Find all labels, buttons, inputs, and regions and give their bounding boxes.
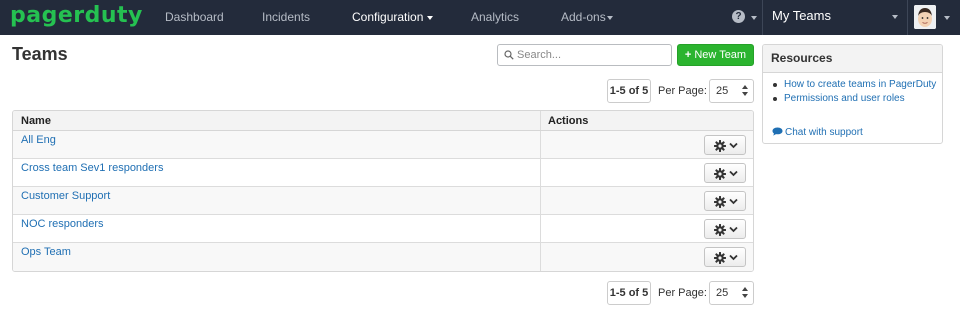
teams-table: Name Actions All Eng Cross team Sev1 res… [12,110,754,272]
per-page-label: Per Page: [658,85,707,97]
column-divider [540,243,541,271]
resources-list: How to create teams in PagerDuty Permiss… [763,78,942,106]
chevron-down-icon [729,170,738,177]
nav-configuration-label: Configuration [352,10,424,24]
table-body: All Eng Cross team Sev1 responders Custo… [13,131,753,271]
table-row: Ops Team [13,243,753,271]
nav-addons-label: Add-ons [561,10,606,24]
column-divider [540,215,541,242]
help-icon[interactable]: ? [732,10,745,23]
plus-icon: + [684,49,692,61]
user-avatar[interactable] [914,5,936,29]
per-page-value: 25 [716,85,729,97]
avatar-face-icon [914,5,936,29]
table-row: Customer Support [13,187,753,215]
team-switcher[interactable]: My Teams [763,0,907,35]
search-input[interactable] [517,47,667,63]
column-divider [540,187,541,214]
top-navbar: pagerduty Dashboard Incidents Configurat… [0,0,960,35]
nav-analytics[interactable]: Analytics [471,0,519,35]
chevron-down-icon [729,254,738,261]
resource-link-permissions[interactable]: Permissions and user roles [763,92,942,105]
new-team-button[interactable]: + New Team [677,44,754,66]
per-page-value: 25 [716,287,729,299]
table-header: Name Actions [13,111,753,131]
team-name-link[interactable]: Customer Support [21,190,110,202]
search-box [497,44,672,66]
caret-down-icon[interactable] [751,16,757,20]
per-page-select[interactable]: 25 [709,79,754,103]
per-page-label-bottom: Per Page: [658,287,707,299]
row-actions-button[interactable] [704,247,746,267]
search-icon [504,50,514,60]
caret-down-icon [427,15,434,20]
new-team-label: New Team [694,49,747,61]
row-actions-button[interactable] [704,135,746,155]
column-divider [540,159,541,186]
caret-down-icon [892,15,898,19]
nav-dashboard[interactable]: Dashboard [165,0,224,35]
gear-icon [714,252,726,264]
chat-bubble-icon [772,127,783,136]
resources-panel: Resources How to create teams in PagerDu… [762,44,943,144]
nav-incidents[interactable]: Incidents [262,0,310,35]
chevron-down-icon [729,226,738,233]
table-row: NOC responders [13,215,753,243]
row-actions-button[interactable] [704,219,746,239]
team-switcher-label: My Teams [772,8,831,23]
gear-icon [714,168,726,180]
column-divider [540,131,541,158]
per-page-select-bottom[interactable]: 25 [709,281,754,305]
column-header-actions: Actions [548,115,589,127]
nav-divider [907,0,908,35]
caret-down-icon[interactable] [944,16,950,20]
nav-addons[interactable]: Add-ons [561,0,613,35]
chat-with-support-label: Chat with support [785,127,863,138]
page-title: Teams [12,44,68,64]
team-name-link[interactable]: NOC responders [21,218,104,230]
row-actions-button[interactable] [704,191,746,211]
gear-icon [714,140,726,152]
pagination-range: 1-5 of 5 [607,79,651,103]
table-row: All Eng [13,131,753,159]
gear-icon [714,196,726,208]
resources-title: Resources [763,45,942,73]
gear-icon [714,224,726,236]
chat-with-support-link[interactable]: Chat with support [772,126,863,139]
team-name-link[interactable]: Cross team Sev1 responders [21,162,163,174]
nav-configuration[interactable]: Configuration [352,0,434,35]
column-header-name[interactable]: Name [21,111,51,131]
caret-down-icon [606,15,613,20]
table-row: Cross team Sev1 responders [13,159,753,187]
column-divider [540,111,541,130]
chevron-down-icon [729,198,738,205]
select-arrows-icon [742,85,748,97]
resource-link-create-teams[interactable]: How to create teams in PagerDuty [763,78,942,91]
pagination-range-bottom: 1-5 of 5 [607,281,651,305]
row-actions-button[interactable] [704,163,746,183]
team-name-link[interactable]: Ops Team [21,246,71,258]
chevron-down-icon [729,142,738,149]
select-arrows-icon [742,287,748,299]
pagerduty-logo[interactable]: pagerduty [10,5,143,27]
team-name-link[interactable]: All Eng [21,134,56,146]
